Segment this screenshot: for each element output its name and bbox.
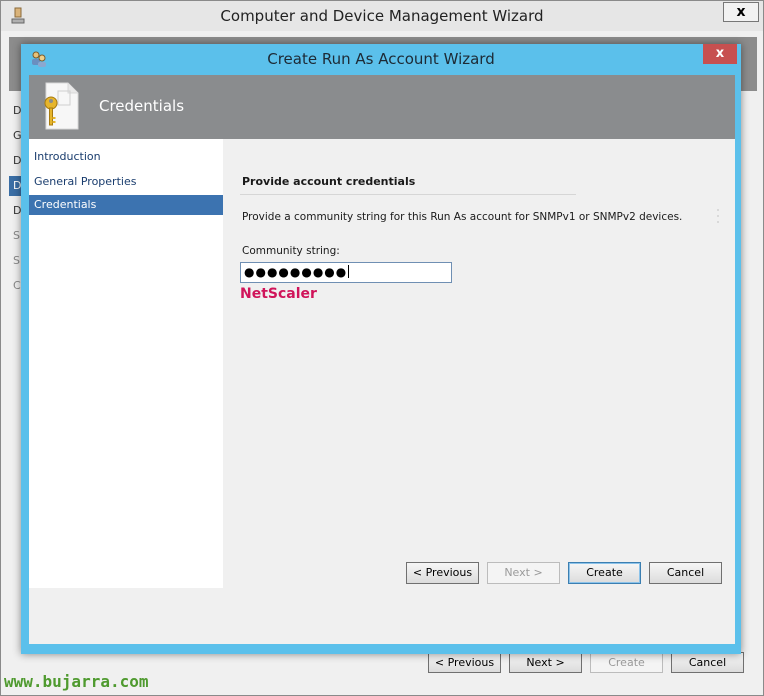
community-string-value: ●●●●●●●●● [244,265,348,279]
outer-previous-button[interactable]: < Previous [428,652,501,673]
step-credentials[interactable]: Credentials [29,195,223,215]
previous-button[interactable]: < Previous [406,562,479,584]
content-pane: Provide account credentials Provide a co… [223,139,735,588]
create-button[interactable]: Create [568,562,641,584]
section-divider [240,194,576,195]
step-general-properties[interactable]: General Properties [29,172,223,192]
watermark: www.bujarra.com [4,672,149,691]
run-as-account-dialog: Create Run As Account Wizard x Credentia… [21,44,741,654]
outer-close-button[interactable]: x [723,2,759,22]
scroll-grip [717,209,725,569]
text-caret [348,265,350,278]
dialog-header: Credentials [29,75,735,139]
page-title: Credentials [99,97,185,115]
dialog-title: Create Run As Account Wizard [267,50,495,68]
dialog-footer [29,588,735,644]
dialog-close-button[interactable]: x [703,44,737,64]
community-string-input[interactable]: ●●●●●●●●● [240,262,452,283]
outer-title-bar: Computer and Device Management Wizard x [1,1,763,31]
annotation-text: NetScaler [240,286,317,302]
wizard-step-nav: Introduction General Properties Credenti… [29,139,223,588]
next-button[interactable]: Next > [487,562,560,584]
dialog-title-bar: Create Run As Account Wizard x [21,44,741,74]
outer-cancel-button[interactable]: Cancel [671,652,744,673]
section-title: Provide account credentials [242,175,416,188]
outer-next-button[interactable]: Next > [509,652,582,673]
cancel-button[interactable]: Cancel [649,562,722,584]
key-document-icon [44,82,79,130]
description-text: Provide a community string for this Run … [242,211,683,223]
step-introduction[interactable]: Introduction [29,147,223,167]
community-string-label: Community string: [242,245,340,257]
outer-create-button[interactable]: Create [590,652,663,673]
outer-window-title: Computer and Device Management Wizard [220,7,544,25]
